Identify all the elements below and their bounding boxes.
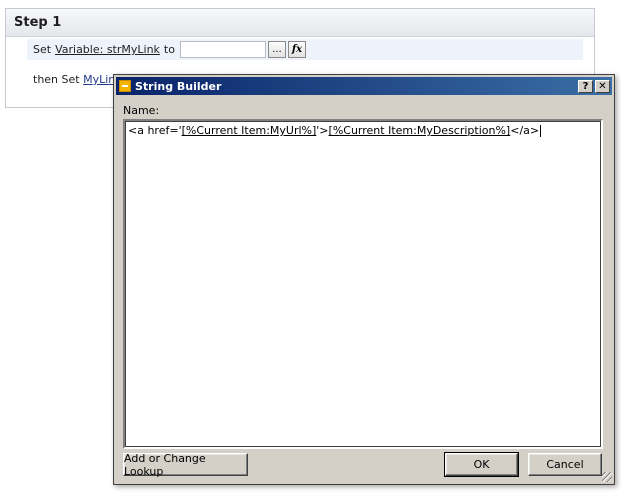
variable-link[interactable]: Variable: strMyLink: [51, 43, 160, 56]
lookup-token-description[interactable]: [%Current Item:MyDescription%]: [329, 124, 511, 137]
string-builder-icon: [119, 80, 131, 92]
resize-grip-icon[interactable]: [602, 472, 612, 482]
action-connector: to: [163, 43, 175, 56]
fx-lookup-button[interactable]: fx: [287, 41, 306, 58]
set-variable-action-row: Set Variable: strMyLink to ... fx: [27, 39, 583, 60]
step-title: Step 1: [6, 9, 594, 37]
text-segment: <a href=': [128, 124, 182, 137]
close-button[interactable]: ✕: [595, 79, 610, 93]
text-segment: </a>: [510, 124, 540, 137]
action-prefix: Set: [33, 43, 52, 56]
name-label: Name:: [123, 104, 160, 117]
dialog-title: String Builder: [135, 79, 222, 93]
dialog-titlebar[interactable]: String Builder ? ✕: [116, 77, 612, 95]
cancel-button[interactable]: Cancel: [528, 453, 602, 476]
text-segment: '>: [316, 124, 329, 137]
then-set-action-row: then Set MyLin: [33, 73, 115, 86]
string-editor[interactable]: <a href='[%Current Item:MyUrl%]'>[%Curre…: [123, 119, 603, 449]
field-link-partial[interactable]: MyLin: [83, 73, 115, 86]
text-caret: [540, 125, 542, 137]
string-builder-dialog: String Builder ? ✕ Name: <a href='[%Curr…: [113, 74, 615, 485]
add-change-lookup-button[interactable]: Add or Change Lookup: [123, 452, 248, 478]
help-button[interactable]: ?: [578, 79, 593, 93]
variable-value-input[interactable]: [179, 41, 266, 58]
ok-button[interactable]: OK: [444, 452, 519, 477]
then-prefix: then Set: [33, 73, 80, 86]
string-builder-button[interactable]: ...: [267, 41, 286, 58]
lookup-token-url[interactable]: [%Current Item:MyUrl%]: [182, 124, 317, 137]
